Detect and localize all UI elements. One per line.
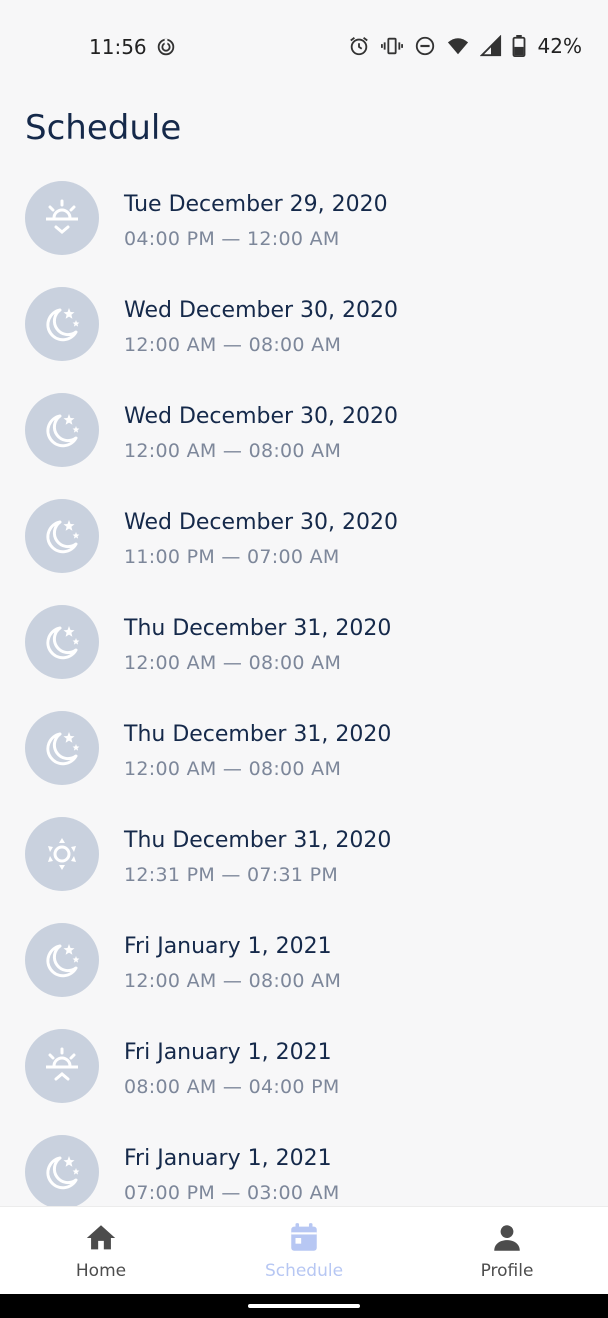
- shift-time: 07:00 PM — 03:00 AM: [124, 1182, 340, 1204]
- nav-profile-label: Profile: [480, 1261, 534, 1281]
- shift-date: Fri January 1, 2021: [124, 1040, 332, 1065]
- shift-date: Wed December 30, 2020: [124, 298, 399, 323]
- list-item[interactable]: Wed December 30, 2020 11:00 PM — 07:00 A…: [0, 483, 608, 589]
- list-item[interactable]: Fri January 1, 2021 07:00 PM — 03:00 AM: [0, 1119, 608, 1206]
- nav-home[interactable]: Home: [0, 1207, 202, 1295]
- battery-icon: [512, 35, 525, 57]
- shift-time: 12:00 AM — 08:00 AM: [124, 758, 342, 780]
- shift-time: 08:00 AM — 04:00 PM: [124, 1076, 340, 1098]
- status-icons: 42%: [348, 34, 582, 58]
- shift-time: 12:00 AM — 08:00 AM: [124, 334, 342, 356]
- list-item[interactable]: Wed December 30, 2020 12:00 AM — 08:00 A…: [0, 271, 608, 377]
- shift-date: Thu December 31, 2020: [124, 828, 392, 853]
- do-not-disturb-icon: [415, 36, 434, 56]
- list-item[interactable]: Thu December 31, 2020 12:00 AM — 08:00 A…: [0, 695, 608, 801]
- system-gesture-area: [0, 1294, 608, 1318]
- moon-stars-icon: [46, 732, 80, 766]
- shift-time: 11:00 PM — 07:00 AM: [124, 546, 340, 568]
- shift-date: Tue December 29, 2020: [124, 192, 388, 217]
- bottom-navigation: Home Schedule Profile: [0, 1206, 608, 1295]
- status-time: 11:56: [89, 35, 147, 59]
- shift-avatar: [25, 181, 99, 255]
- shift-time: 12:00 AM — 08:00 AM: [124, 652, 342, 674]
- shift-date: Fri January 1, 2021: [124, 934, 332, 959]
- moon-stars-icon: [46, 1156, 80, 1190]
- alarm-icon: [349, 37, 368, 56]
- shift-date: Thu December 31, 2020: [124, 616, 392, 641]
- schedule-list[interactable]: Tue December 29, 2020 04:00 PM — 12:00 A…: [0, 165, 608, 1206]
- wifi-icon: [447, 38, 468, 55]
- shift-avatar: [25, 1135, 99, 1206]
- nav-home-label: Home: [75, 1261, 127, 1281]
- gesture-handle[interactable]: [248, 1304, 360, 1308]
- moon-stars-icon: [46, 308, 80, 342]
- list-item[interactable]: Fri January 1, 2021 12:00 AM — 08:00 AM: [0, 907, 608, 1013]
- shift-time: 12:00 AM — 08:00 AM: [124, 440, 342, 462]
- list-item[interactable]: Thu December 31, 2020 12:31 PM — 07:31 P…: [0, 801, 608, 907]
- signal-icon: [479, 35, 501, 57]
- shift-avatar: [25, 1029, 99, 1103]
- list-item[interactable]: Tue December 29, 2020 04:00 PM — 12:00 A…: [0, 165, 608, 271]
- home-icon: [86, 1225, 116, 1250]
- shift-date: Wed December 30, 2020: [124, 510, 399, 535]
- shift-time: 12:00 AM — 08:00 AM: [124, 970, 342, 992]
- shift-avatar: [25, 605, 99, 679]
- nav-profile[interactable]: Profile: [406, 1207, 608, 1295]
- shift-date: Fri January 1, 2021: [124, 1146, 332, 1171]
- status-bar: 11:56 42%: [0, 0, 608, 94]
- battery-percent: 42%: [537, 34, 582, 58]
- shift-avatar: [25, 499, 99, 573]
- moon-stars-icon: [46, 414, 80, 448]
- nav-schedule[interactable]: Schedule: [203, 1207, 405, 1295]
- shift-avatar: [25, 817, 99, 891]
- list-item[interactable]: Fri January 1, 2021 08:00 AM — 04:00 PM: [0, 1013, 608, 1119]
- sun-icon: [48, 838, 76, 870]
- nav-schedule-label: Schedule: [264, 1261, 344, 1281]
- person-icon: [494, 1225, 520, 1251]
- moon-stars-icon: [46, 520, 80, 554]
- sunrise-icon: [46, 1047, 78, 1081]
- shift-avatar: [25, 393, 99, 467]
- vibrate-icon: [380, 37, 403, 55]
- shift-avatar: [25, 923, 99, 997]
- list-item[interactable]: Thu December 31, 2020 12:00 AM — 08:00 A…: [0, 589, 608, 695]
- list-item[interactable]: Wed December 30, 2020 12:00 AM — 08:00 A…: [0, 377, 608, 483]
- shift-avatar: [25, 287, 99, 361]
- shift-date: Wed December 30, 2020: [124, 404, 399, 429]
- radar-icon: [157, 38, 175, 56]
- moon-stars-icon: [46, 944, 80, 978]
- shift-date: Thu December 31, 2020: [124, 722, 392, 747]
- shift-time: 04:00 PM — 12:00 AM: [124, 228, 340, 250]
- shift-time: 12:31 PM — 07:31 PM: [124, 864, 339, 886]
- page-title: Schedule: [25, 108, 182, 148]
- sunset-icon: [46, 199, 78, 234]
- moon-stars-icon: [46, 626, 80, 660]
- shift-avatar: [25, 711, 99, 785]
- calendar-icon: [291, 1223, 317, 1251]
